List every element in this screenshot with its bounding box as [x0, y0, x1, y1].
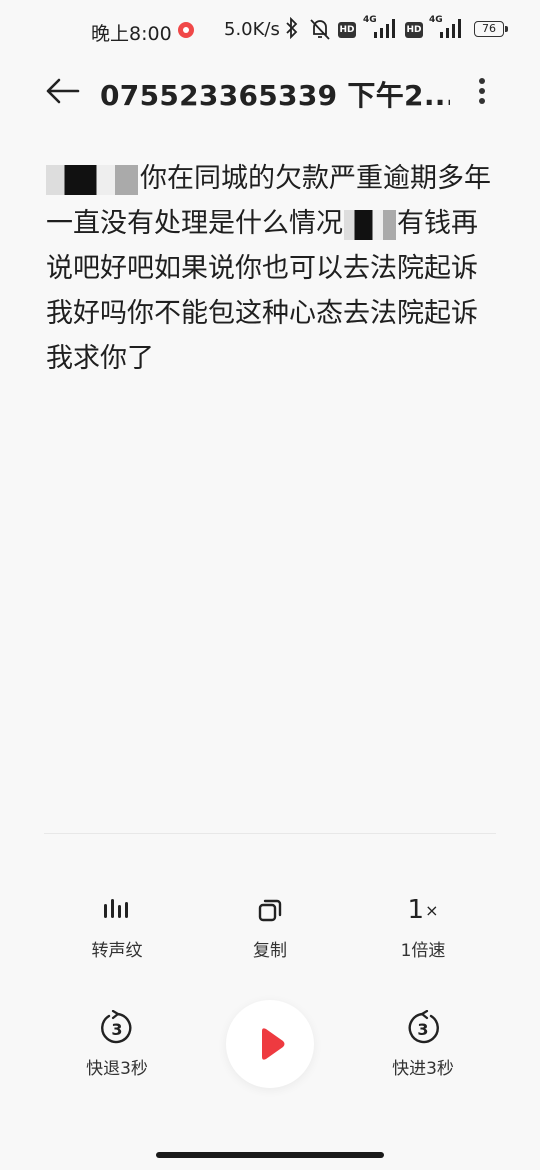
more-vertical-icon [479, 78, 485, 84]
signal-icon-2 [438, 16, 466, 45]
copy-button[interactable]: 复制 [225, 892, 315, 961]
network-speed: 5.0K/s [224, 19, 280, 40]
bluetooth-icon [285, 16, 299, 44]
forward-label: 快进3秒 [392, 1059, 454, 1079]
battery-icon: 76 [474, 21, 508, 37]
status-time: 晚上8:00 [91, 23, 172, 45]
status-bar: 晚上8:00 5.0K/s HD 4G HD 4G 76 [0, 0, 540, 62]
playback-speed-button[interactable]: 1 × 1倍速 [378, 892, 468, 961]
recording-detail-screen: 晚上8:00 5.0K/s HD 4G HD 4G 76 07552336533… [0, 0, 540, 1170]
signal-icon [372, 16, 400, 45]
arrow-left-icon [46, 78, 80, 104]
play-button[interactable] [226, 1000, 314, 1088]
recording-indicator-icon [178, 22, 194, 38]
speed-indicator: 1 × [378, 892, 468, 928]
rewind-label: 快退3秒 [86, 1059, 148, 1079]
rewind-3-icon: 3 [72, 1010, 162, 1046]
more-options-button[interactable] [470, 74, 494, 108]
redacted-mosaic [46, 164, 138, 195]
rewind-seconds: 3 [111, 1020, 122, 1039]
play-icon [262, 1028, 285, 1060]
rewind-3s-button[interactable]: 3 快退3秒 [72, 1010, 162, 1079]
speed-multiplier: × [425, 900, 439, 920]
more-dot [479, 98, 485, 104]
voiceprint-label: 转声纹 [91, 941, 143, 961]
hd-badge-2: HD [405, 22, 423, 38]
redacted-mosaic-2 [344, 209, 396, 240]
forward-3-icon: 3 [378, 1010, 468, 1046]
speed-label: 1倍速 [400, 941, 446, 961]
copy-label: 复制 [253, 941, 287, 961]
voiceprint-button[interactable]: 转声纹 [72, 892, 162, 961]
forward-seconds: 3 [417, 1020, 428, 1039]
copy-icon [225, 892, 315, 928]
app-header: 075523365339 下午2... [0, 62, 540, 122]
speed-value: 1 [407, 895, 425, 925]
page-title: 075523365339 下午2... [100, 79, 450, 112]
forward-3s-button[interactable]: 3 快进3秒 [378, 1010, 468, 1079]
home-indicator[interactable] [156, 1152, 384, 1158]
divider [44, 833, 496, 834]
transcript-text: 你在同城的欠款严重逾期多年一直没有处理是什么情况 有钱再说吧好吧如果说你也可以去法… [46, 156, 496, 381]
back-button[interactable] [44, 74, 82, 108]
more-dot [479, 88, 485, 94]
waveform-icon [72, 892, 162, 928]
hd-badge: HD [338, 22, 356, 38]
mute-bell-icon [309, 17, 331, 46]
